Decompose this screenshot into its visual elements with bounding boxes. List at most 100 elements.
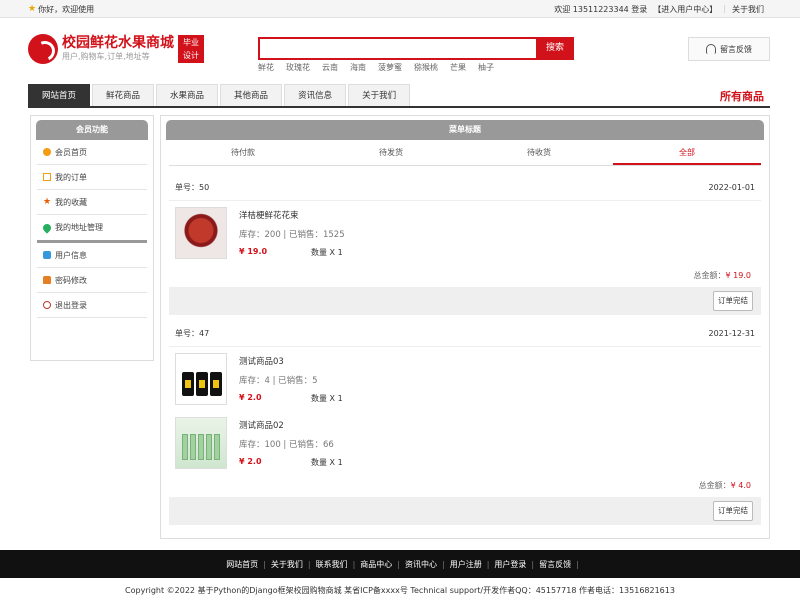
location-pin-icon — [41, 221, 53, 234]
order-total-amount: ¥ 19.0 — [725, 271, 751, 280]
star-icon: ★ — [28, 4, 37, 14]
site-title: 校园鲜花水果商城 — [62, 35, 174, 51]
product-quantity: 数量 X 1 — [311, 248, 343, 257]
order-card: 单号：47 2021-12-31 测试商品03 库存：4 | 已销售：5 ¥ 2… — [169, 321, 761, 525]
order-date: 2022-01-01 — [708, 183, 756, 192]
hot-keyword[interactable]: 玫瑰花 — [286, 62, 310, 73]
feedback-label: 留言反馈 — [720, 44, 752, 54]
power-icon — [43, 301, 51, 309]
user-center-link[interactable]: 【进入用户中心】 — [653, 4, 717, 15]
footer-link[interactable]: 用户注册 — [445, 559, 487, 570]
complete-order-button[interactable]: 订单完结 — [713, 501, 753, 521]
tab-pending-receipt[interactable]: 待收货 — [465, 140, 613, 165]
nav-tab-home[interactable]: 网站首页 — [28, 84, 91, 106]
product-price: ¥ 19.0 — [239, 247, 268, 256]
hot-keyword[interactable]: 云南 — [322, 62, 338, 73]
headset-icon — [706, 44, 716, 54]
user-icon — [43, 251, 51, 259]
feedback-button[interactable]: 留言反馈 — [688, 37, 770, 61]
order-footer: 订单完结 — [169, 497, 761, 525]
order-total: 总金额：¥ 19.0 — [693, 271, 751, 280]
about-link[interactable]: 关于我们 — [732, 4, 764, 15]
sidebar-item-member-home[interactable]: 会员首页 — [37, 140, 147, 165]
footer-link[interactable]: 用户登录 — [489, 559, 531, 570]
hot-keyword[interactable]: 柚子 — [478, 62, 494, 73]
order-footer: 订单完结 — [169, 287, 761, 315]
order-total-amount: ¥ 4.0 — [730, 481, 751, 490]
order-card: 单号：50 2022-01-01 洋桔梗鲜花花束 库存：200 | 已销售：15… — [169, 175, 761, 315]
order-item: 测试商品03 库存：4 | 已销售：5 ¥ 2.0 数量 X 1 — [169, 347, 761, 411]
footer-link[interactable]: 关于我们 — [266, 559, 308, 570]
footer-link[interactable]: 留言反馈 — [534, 559, 576, 570]
hot-keyword[interactable]: 鲜花 — [258, 62, 274, 73]
hot-keyword[interactable]: 芒果 — [450, 62, 466, 73]
sidebar-item-user-info[interactable]: 用户信息 — [37, 243, 147, 268]
complete-order-button[interactable]: 订单完结 — [713, 291, 753, 311]
hot-keyword[interactable]: 猕猴桃 — [414, 62, 438, 73]
site-logo[interactable]: 校园鲜花水果商城 用户,购物车,订单,地址等 毕业 设计 — [28, 34, 204, 64]
product-image[interactable] — [175, 417, 227, 469]
footer-link[interactable]: 资讯中心 — [400, 559, 442, 570]
nav-tab-other[interactable]: 其他商品 — [220, 84, 283, 106]
tab-all[interactable]: 全部 — [613, 140, 761, 165]
order-header: 单号：47 2021-12-31 — [169, 321, 761, 347]
order-total: 总金额：¥ 4.0 — [698, 481, 751, 490]
product-name[interactable]: 测试商品03 — [239, 355, 284, 367]
order-status-tabs: 待付款 待发货 待收货 全部 — [169, 140, 761, 166]
star-icon: ★ — [43, 197, 52, 207]
member-sidebar: 会员功能 会员首页 我的订单 ★ 我的收藏 我的地址管理 用户信息 密码修改 退… — [30, 115, 154, 361]
divider: | — [723, 4, 726, 13]
sidebar-item-logout[interactable]: 退出登录 — [37, 293, 147, 318]
product-quantity: 数量 X 1 — [311, 394, 343, 403]
tab-pending-payment[interactable]: 待付款 — [169, 140, 317, 165]
nav-tab-flowers[interactable]: 鲜花商品 — [92, 84, 155, 106]
logo-badge: 毕业 设计 — [178, 35, 204, 63]
footer-link[interactable]: 网站首页 — [221, 559, 263, 570]
footer-links: 网站首页 | 关于我们 | 联系我们 | 商品中心 | 资讯中心 | 用户注册 | 用户登录… — [0, 550, 800, 578]
hot-keywords: 鲜花 玫瑰花 云南 海南 菠萝蜜 猕猴桃 芒果 柚子 — [258, 62, 494, 73]
sidebar-item-change-password[interactable]: 密码修改 — [37, 268, 147, 293]
nav-tab-fruits[interactable]: 水果商品 — [156, 84, 219, 106]
logo-icon — [28, 34, 58, 64]
product-name[interactable]: 洋桔梗鲜花花束 — [239, 209, 299, 221]
hot-keyword[interactable]: 海南 — [350, 62, 366, 73]
order-number: 单号：50 — [175, 183, 210, 192]
product-price: ¥ 2.0 — [239, 457, 262, 466]
footer-link[interactable]: 联系我们 — [311, 559, 353, 570]
product-stock: 库存：4 | 已销售：5 — [239, 376, 318, 386]
welcome-text: 欢迎 13511223344 登录 — [554, 5, 648, 14]
search-button[interactable]: 搜索 — [536, 37, 574, 60]
main-nav: 网站首页 鲜花商品 水果商品 其他商品 资讯信息 关于我们 — [28, 84, 411, 106]
nav-tab-news[interactable]: 资讯信息 — [284, 84, 347, 106]
sidebar-item-favorites[interactable]: ★ 我的收藏 — [37, 190, 147, 215]
sidebar-item-addresses[interactable]: 我的地址管理 — [37, 215, 147, 240]
nav-divider — [28, 106, 770, 108]
order-date: 2021-12-31 — [708, 329, 756, 338]
nav-tab-about[interactable]: 关于我们 — [348, 84, 411, 106]
product-image[interactable] — [175, 207, 227, 259]
product-price: ¥ 2.0 — [239, 393, 262, 402]
greeting: ★ 你好，欢迎使用 — [28, 4, 94, 15]
footer-link[interactable]: 商品中心 — [355, 559, 397, 570]
panel-title: 菜单标题 — [166, 120, 764, 140]
all-goods-link[interactable]: 所有商品 — [720, 88, 764, 104]
order-item: 洋桔梗鲜花花束 库存：200 | 已销售：1525 ¥ 19.0 数量 X 1 — [169, 201, 761, 265]
product-quantity: 数量 X 1 — [311, 458, 343, 467]
sidebar-item-my-orders[interactable]: 我的订单 — [37, 165, 147, 190]
lock-icon — [43, 276, 51, 284]
product-stock: 库存：200 | 已销售：1525 — [239, 230, 345, 240]
order-header: 单号：50 2022-01-01 — [169, 175, 761, 201]
product-image[interactable] — [175, 353, 227, 405]
product-stock: 库存：100 | 已销售：66 — [239, 440, 334, 450]
order-icon — [43, 173, 51, 181]
search-input[interactable] — [258, 37, 538, 60]
site-slogan: 用户,购物车,订单,地址等 — [62, 52, 150, 61]
order-number: 单号：47 — [175, 329, 210, 338]
tab-pending-shipment[interactable]: 待发货 — [317, 140, 465, 165]
top-bar: ★ 你好，欢迎使用 欢迎 13511223344 登录 【进入用户中心】 | 关… — [0, 0, 800, 18]
order-item: 测试商品02 库存：100 | 已销售：66 ¥ 2.0 数量 X 1 — [169, 411, 761, 475]
product-name[interactable]: 测试商品02 — [239, 419, 284, 431]
hot-keyword[interactable]: 菠萝蜜 — [378, 62, 402, 73]
orders-panel: 菜单标题 待付款 待发货 待收货 全部 单号：50 2022-01-01 洋桔梗… — [160, 115, 770, 539]
copyright: Copyright ©2022 基于Python的Django框架校园购物商城 … — [125, 586, 675, 595]
